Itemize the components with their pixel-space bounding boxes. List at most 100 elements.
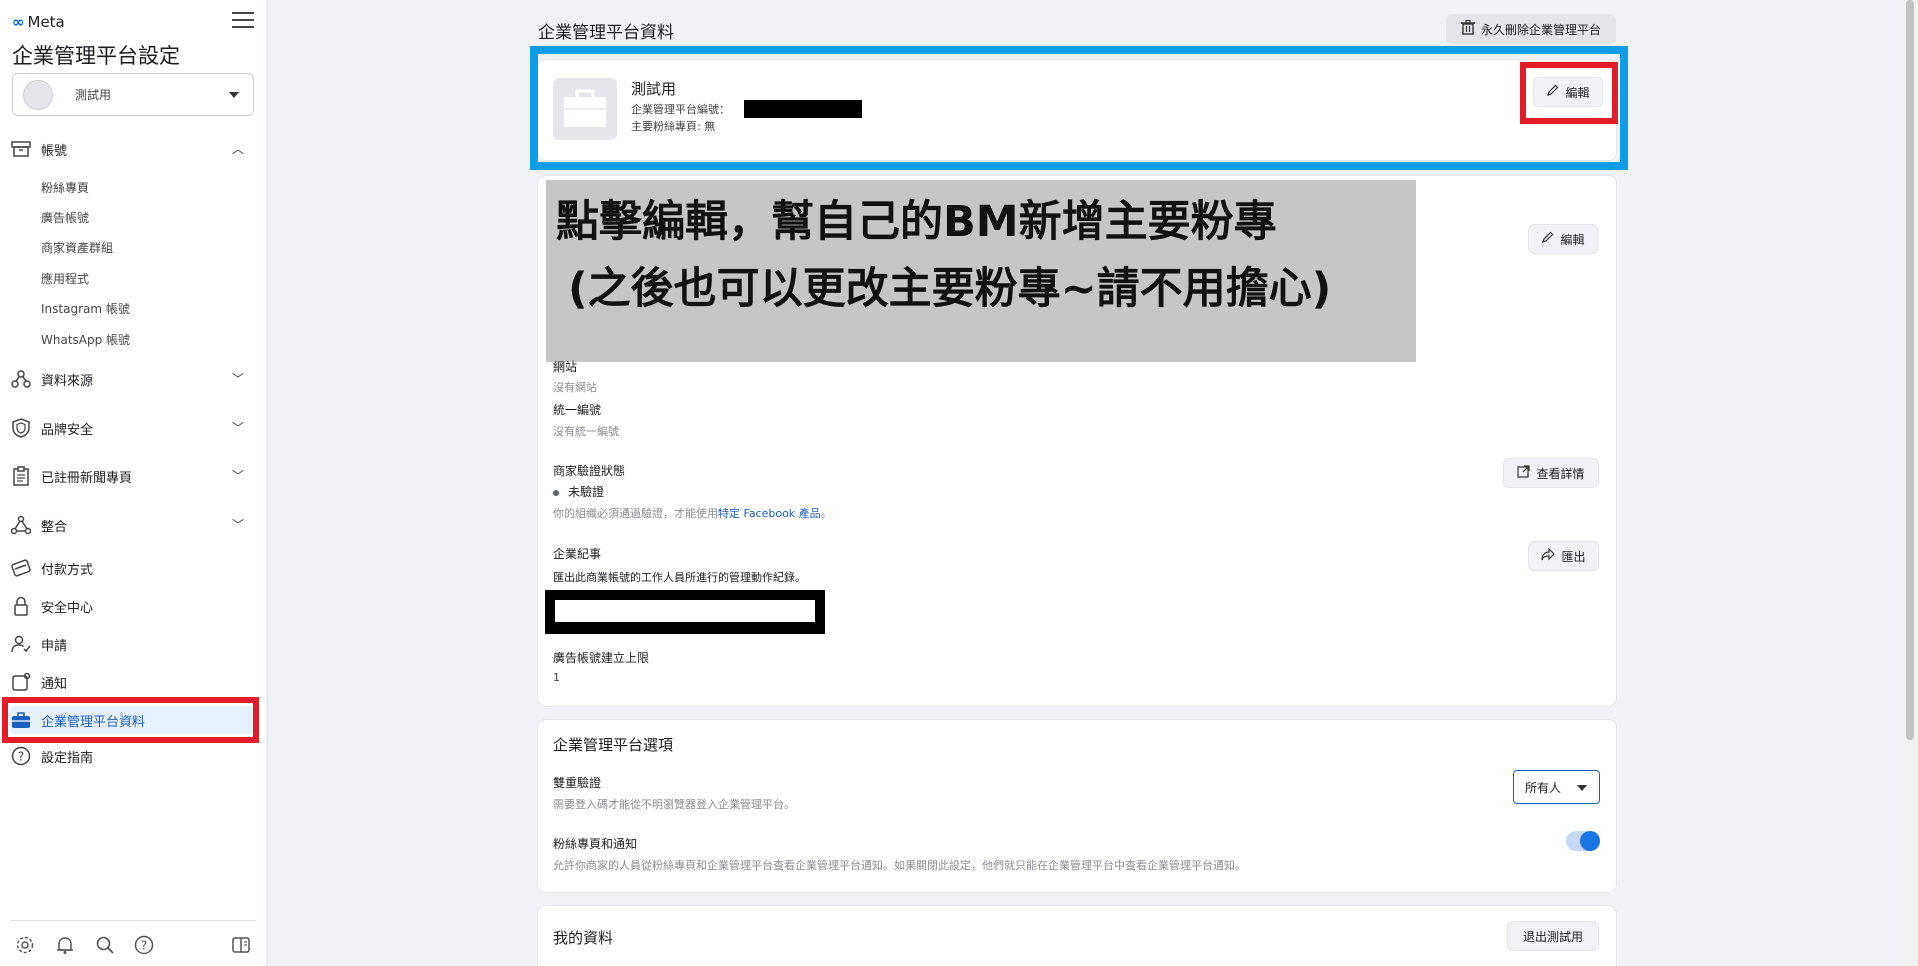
leave-business-button[interactable]: 退出測試用 [1507,921,1599,951]
my-info-title: 我的資料 [553,929,614,947]
sidebar-title: 企業管理平台設定 [12,44,180,68]
sidebar-item-security-center[interactable]: 安全中心 [10,593,256,619]
business-selector[interactable]: 測試用 [12,73,254,116]
clipboard-icon [10,465,32,487]
sidebar-item-label: 品牌安全 [41,422,94,438]
ad-limit-label: 廣告帳號建立上限 [553,651,650,665]
chevron-down-icon: ﹀ [231,421,244,435]
caret-down-icon [1577,785,1587,791]
delete-business-label: 永久刪除企業管理平台 [1480,22,1601,37]
sidebar-subitem-apps[interactable]: 應用程式 [41,270,89,287]
edit-label: 編輯 [1560,232,1585,247]
caret-down-icon [229,92,239,98]
highlight-box-sidebar [2,697,259,743]
highlight-box-business-card [530,46,1628,170]
page-notifications-desc: 允許你商家的人員從粉絲專頁和企業管理平台查看企業管理平台通知。如果關閉此設定，他… [553,859,1246,872]
sidebar-item-setup-guide[interactable]: ? 設定指南 [10,743,256,769]
verification-status: 未驗證 [553,483,604,500]
sidebar: ∞ Meta 企業管理平台設定 測試用 帳號 ︿ 粉絲專頁 廣告帳號 商家資產群… [0,0,268,966]
chevron-down-icon: ﹀ [231,372,244,386]
sidebar-item-label: 設定指南 [41,750,94,766]
sidebar-item-label: 已註冊新聞專頁 [41,470,133,486]
page-notifications-toggle[interactable] [1566,831,1600,851]
sidebar-item-label: 申請 [41,638,68,654]
bell-icon[interactable] [54,934,76,956]
sidebar-item-label: 通知 [41,676,68,692]
my-info-card [538,906,1616,966]
sidebar-item-notifications[interactable]: 通知 [10,669,256,695]
external-link-icon [1517,465,1531,481]
credit-card-icon [10,557,32,579]
two-factor-desc: 需要登入碼才能從不明瀏覽器登入企業管理平台。 [553,798,795,811]
sidebar-subitem-instagram[interactable]: Instagram 帳號 [41,300,130,317]
chevron-down-icon: ﹀ [231,518,244,532]
notification-icon [10,671,32,693]
ad-limit-value: 1 [553,671,560,684]
sidebar-item-news-pages[interactable]: 已註冊新聞專頁 ﹀ [10,463,256,489]
facebook-products-link[interactable]: 特定 Facebook 產品 [718,507,821,520]
chevron-down-icon: ﹀ [231,469,244,483]
sidebar-item-integrations[interactable]: 整合 ﹀ [10,512,256,538]
business-log-label: 企業紀事 [553,547,602,561]
scrollbar-thumb[interactable] [1906,0,1914,740]
sidebar-item-data-sources[interactable]: 資料來源 ﹀ [10,366,256,392]
menu-icon[interactable] [232,12,254,30]
business-log-desc: 匯出此商業帳號的工作人員所進行的管理動作紀錄。 [553,571,806,584]
shield-icon [10,417,32,439]
export-button[interactable]: 匯出 [1528,541,1599,571]
person-check-icon [10,633,32,655]
two-factor-select-value: 所有人 [1525,780,1562,795]
business-selector-name: 測試用 [75,88,112,102]
sidebar-item-label: 安全中心 [41,600,94,616]
delete-business-button[interactable]: 永久刪除企業管理平台 [1446,14,1616,44]
view-details-label: 查看詳情 [1536,466,1585,481]
leave-business-label: 退出測試用 [1522,929,1583,944]
redacted-log-entry [545,590,825,634]
sidebar-item-label: 資料來源 [41,373,94,389]
sidebar-item-requests[interactable]: 申請 [10,631,256,657]
edit-details-button[interactable]: 編輯 [1528,224,1598,254]
sidebar-item-brand-safety[interactable]: 品牌安全 ﹀ [10,415,256,441]
page-notifications-label: 粉絲專頁和通知 [553,837,638,851]
sidebar-subitem-ad-accounts[interactable]: 廣告帳號 [41,209,89,226]
export-label: 匯出 [1561,549,1586,564]
sidebar-subitem-asset-groups[interactable]: 商家資產群組 [41,239,113,256]
help-circle-icon: ? [10,745,32,767]
settings-icon[interactable] [14,934,36,956]
collapse-sidebar-icon[interactable] [230,934,252,956]
sidebar-subitem-whatsapp[interactable]: WhatsApp 帳號 [41,331,130,348]
help-icon[interactable]: ? [133,934,155,956]
website-value: 沒有網站 [553,381,597,394]
svg-text:?: ? [141,939,147,953]
sidebar-item-payments[interactable]: 付款方式 [10,555,256,581]
two-factor-select[interactable]: 所有人 [1513,770,1600,804]
verification-label: 商家驗證狀態 [553,464,626,478]
meta-logo[interactable]: ∞ Meta [12,13,65,31]
sidebar-item-accounts[interactable]: 帳號 ︿ [10,136,256,162]
svg-text:?: ? [18,750,24,764]
verification-note-prefix: 你的組織必須通過驗證，才能使用 [553,507,718,520]
verification-status-text: 未驗證 [568,485,605,499]
verification-note: 你的組織必須通過驗證，才能使用特定 Facebook 產品。 [553,505,832,521]
status-dot-icon [553,489,559,496]
sidebar-item-label: 帳號 [41,143,68,159]
pencil-icon [1541,231,1554,247]
tax-id-value: 沒有統一編號 [553,425,619,438]
sidebar-subitem-pages[interactable]: 粉絲專頁 [41,179,89,196]
two-factor-label: 雙重驗證 [553,776,602,790]
view-details-button[interactable]: 查看詳情 [1503,458,1599,488]
instruction-line-1: 點擊編輯，幫自己的BM新增主要粉專 [556,197,1277,247]
highlight-box-edit-button [1520,62,1618,124]
page-title: 企業管理平台資料 [538,23,674,43]
options-title: 企業管理平台選項 [553,736,674,754]
archive-icon [10,138,32,160]
meta-brand-text: Meta [27,13,65,31]
data-sources-icon [10,368,32,390]
tax-id-label: 統一編號 [553,403,602,417]
sidebar-item-label: 整合 [41,519,68,535]
lock-icon [10,595,32,617]
chevron-up-icon: ︿ [231,142,244,156]
scrollbar[interactable] [1902,0,1918,966]
business-avatar [23,79,53,110]
search-icon[interactable] [94,934,116,956]
